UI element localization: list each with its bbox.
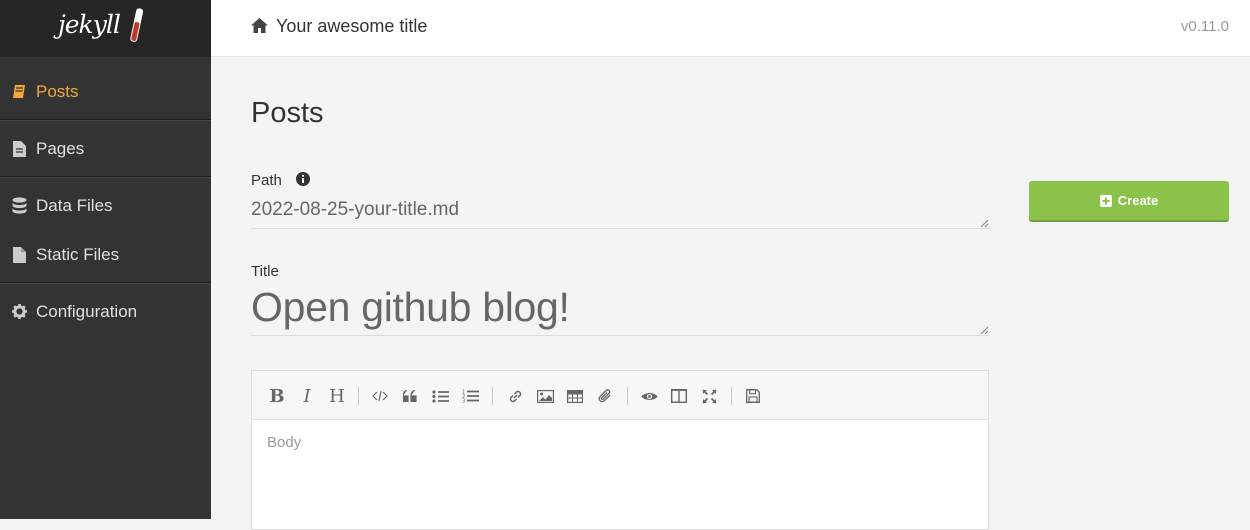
path-input[interactable]: 2022-08-25-your-title.md bbox=[251, 199, 459, 221]
toolbar-separator bbox=[731, 387, 732, 405]
top-header: Your awesome title v0.11.0 bbox=[211, 0, 1250, 57]
logo-text: jekyll bbox=[58, 10, 121, 39]
sidebar-item-posts[interactable]: Posts bbox=[0, 63, 211, 120]
create-button[interactable]: Create bbox=[1029, 181, 1229, 222]
table-icon[interactable] bbox=[564, 385, 586, 407]
bold-icon[interactable]: B bbox=[266, 385, 288, 407]
quote-icon[interactable] bbox=[399, 385, 421, 407]
site-title[interactable]: Your awesome title bbox=[276, 16, 427, 37]
image-icon[interactable] bbox=[534, 385, 556, 407]
body-textarea[interactable]: Body bbox=[267, 434, 301, 451]
plus-square-icon bbox=[1099, 194, 1112, 207]
sidebar-item-label: Data Files bbox=[36, 195, 113, 215]
title-input[interactable]: Open github blog! bbox=[251, 284, 570, 331]
sidebar: jekyll Posts Pages Data Files Static Fil… bbox=[0, 0, 211, 519]
toolbar-separator bbox=[492, 387, 493, 405]
page-title: Posts bbox=[251, 97, 324, 129]
sidebar-item-label: Posts bbox=[36, 81, 79, 101]
editor-toolbar: B I H 123 bbox=[252, 371, 988, 420]
side-by-side-icon[interactable] bbox=[668, 385, 690, 407]
resize-handle-icon[interactable] bbox=[980, 219, 989, 228]
home-icon[interactable] bbox=[251, 18, 268, 38]
toolbar-separator bbox=[627, 387, 628, 405]
path-label: Path bbox=[251, 172, 282, 189]
path-input-underline bbox=[251, 228, 989, 229]
jekyll-logo[interactable]: jekyll bbox=[0, 0, 211, 57]
title-input-underline bbox=[251, 335, 989, 336]
gear-icon bbox=[11, 304, 27, 320]
paperclip-icon[interactable] bbox=[594, 385, 616, 407]
sidebar-item-pages[interactable]: Pages bbox=[0, 120, 211, 177]
sidebar-item-label: Pages bbox=[36, 138, 85, 158]
file-icon bbox=[11, 246, 27, 263]
italic-icon[interactable]: I bbox=[296, 385, 318, 407]
version-label: v0.11.0 bbox=[1180, 18, 1229, 35]
svg-text:3: 3 bbox=[462, 399, 465, 404]
database-icon bbox=[11, 197, 27, 214]
sidebar-item-static-files[interactable]: Static Files bbox=[0, 226, 211, 283]
test-tube-icon bbox=[130, 8, 144, 42]
heading-icon[interactable]: H bbox=[326, 385, 348, 407]
sidebar-item-label: Static Files bbox=[36, 244, 120, 264]
book-icon bbox=[11, 84, 27, 100]
title-label: Title bbox=[251, 263, 279, 280]
markdown-editor: B I H 123 Body bbox=[251, 370, 989, 530]
code-icon[interactable] bbox=[369, 385, 391, 407]
preview-eye-icon[interactable] bbox=[638, 385, 660, 407]
link-icon[interactable] bbox=[504, 385, 526, 407]
sidebar-item-label: Configuration bbox=[36, 301, 138, 321]
fullscreen-icon[interactable] bbox=[698, 385, 720, 407]
save-icon[interactable] bbox=[742, 385, 764, 407]
info-icon[interactable] bbox=[296, 172, 310, 191]
resize-handle-icon[interactable] bbox=[980, 326, 989, 335]
unordered-list-icon[interactable] bbox=[429, 385, 451, 407]
sidebar-item-configuration[interactable]: Configuration bbox=[0, 283, 211, 340]
create-button-label: Create bbox=[1117, 193, 1159, 208]
ordered-list-icon[interactable]: 123 bbox=[459, 385, 481, 407]
file-text-icon bbox=[11, 140, 27, 157]
toolbar-separator bbox=[358, 387, 359, 405]
